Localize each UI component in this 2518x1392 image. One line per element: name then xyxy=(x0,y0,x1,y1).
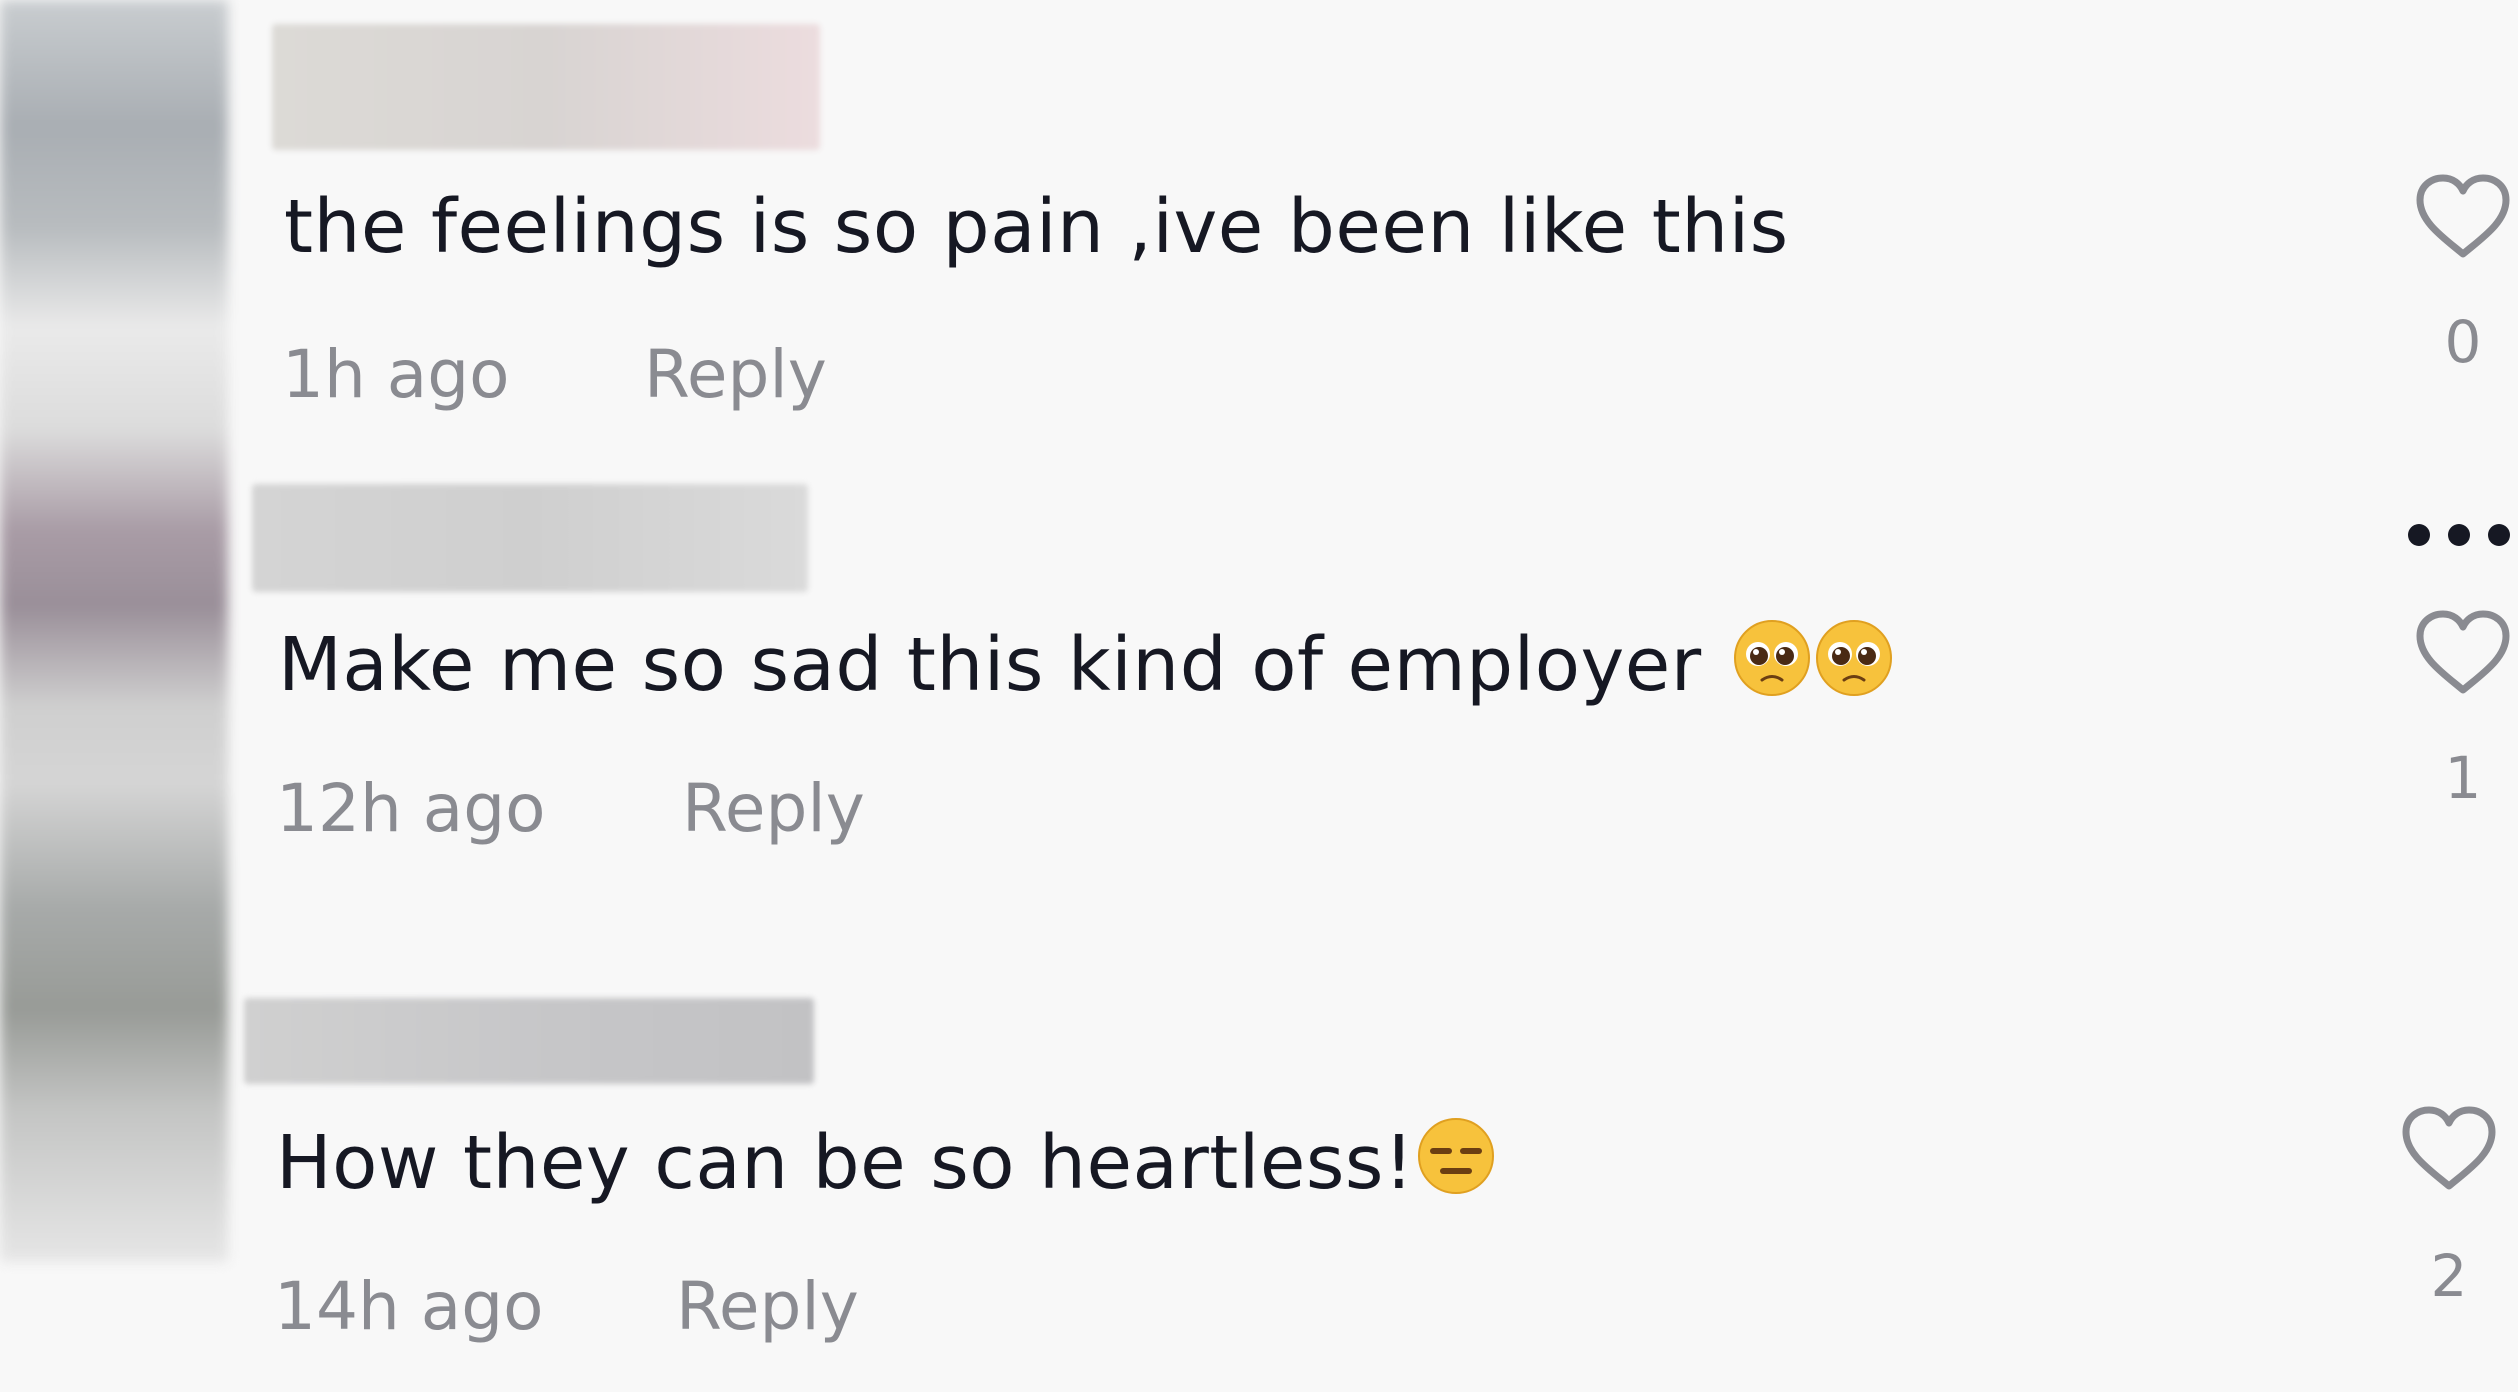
comment-text: How they can be so heartless! xyxy=(276,1116,1496,1214)
reply-button[interactable]: Reply xyxy=(682,770,865,847)
blurred-avatar-column xyxy=(0,0,228,1262)
like-button[interactable] xyxy=(2414,608,2512,698)
comment-text-body: Make me so sad this kind of employer xyxy=(278,622,1702,708)
username-redacted xyxy=(272,24,820,150)
expressionless-face-emoji xyxy=(1416,1116,1496,1214)
pleading-face-emoji xyxy=(1814,618,1894,716)
heart-outline-icon xyxy=(2416,174,2510,258)
username-redacted xyxy=(252,484,808,592)
comment-timestamp: 1h ago xyxy=(282,336,510,413)
comment-text: Make me so sad this kind of employer xyxy=(278,618,1894,716)
reply-button[interactable]: Reply xyxy=(644,336,827,413)
like-count: 2 xyxy=(2430,1242,2468,1310)
more-options-button[interactable] xyxy=(2400,516,2518,556)
comment-text: the feelings is so pain ,ive been like t… xyxy=(284,184,1789,270)
comment-timestamp: 12h ago xyxy=(276,770,546,847)
comment-text-body: How they can be so heartless! xyxy=(276,1120,1415,1206)
like-button[interactable] xyxy=(2414,172,2512,262)
comments-panel: the feelings is so pain ,ive been like t… xyxy=(0,0,2518,1392)
like-count: 1 xyxy=(2444,744,2482,812)
comment-timestamp: 14h ago xyxy=(274,1268,544,1345)
like-count: 0 xyxy=(2444,308,2482,376)
reply-button[interactable]: Reply xyxy=(676,1268,859,1345)
heart-outline-icon xyxy=(2402,1106,2496,1190)
heart-outline-icon xyxy=(2416,610,2510,694)
like-button[interactable] xyxy=(2400,1104,2498,1194)
username-redacted xyxy=(244,998,814,1084)
pleading-face-emoji xyxy=(1732,618,1812,716)
